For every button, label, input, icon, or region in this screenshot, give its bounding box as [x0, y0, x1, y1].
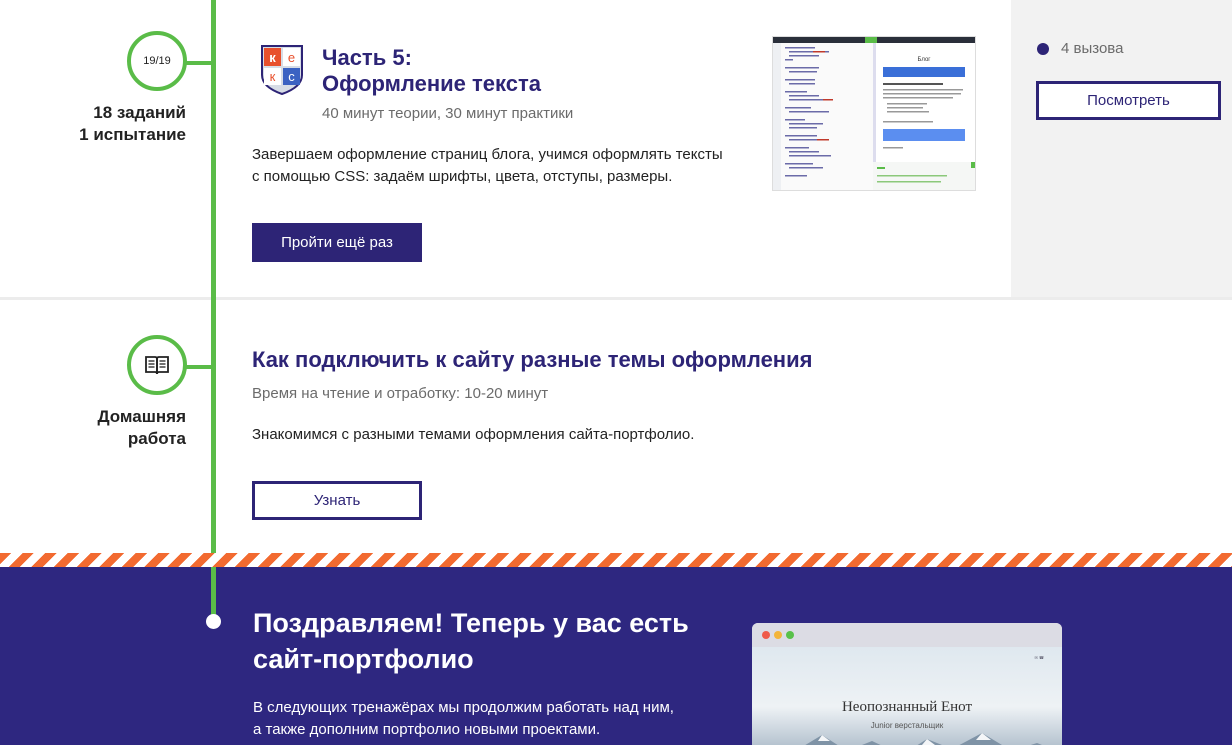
homework-label-line: работа [127, 429, 186, 448]
lesson-title-line: Оформление текста [322, 71, 541, 96]
progress-counter: 19/19 [143, 55, 171, 67]
congrats-title: Поздравляем! Теперь у вас есть сайт-порт… [253, 605, 689, 677]
close-dot-icon [762, 631, 770, 639]
preview-contact-line: ✉ ☎ [1034, 655, 1044, 660]
congrats-description: В следующих тренажёрах мы продолжим рабо… [253, 697, 674, 741]
lesson-stats: 18 заданий 1 испытание [16, 102, 186, 146]
browser-bar [752, 623, 1062, 647]
timeline-end-dot [206, 614, 221, 629]
preview-name: Неопознанный Енот [841, 699, 973, 715]
description-line: с помощью CSS: задаём шрифты, цвета, отс… [252, 168, 673, 185]
tasks-count: 18 заданий [93, 103, 186, 122]
retry-button[interactable]: Пройти ещё раз [252, 223, 422, 262]
maximize-dot-icon [786, 631, 794, 639]
lesson-title-line: Часть 5: [322, 45, 412, 70]
minimize-dot-icon [774, 631, 782, 639]
progress-circle: 19/19 [127, 31, 187, 91]
congrats-description-line: а также дополним портфолио новыми проект… [253, 721, 601, 738]
keks-logo-icon: к е к с [261, 45, 303, 95]
description-line: Завершаем оформление страниц блога, учим… [252, 146, 723, 163]
homework-circle [127, 335, 187, 395]
view-button[interactable]: Посмотреть [1036, 81, 1221, 120]
homework-title[interactable]: Как подключить к сайту разные темы оформ… [252, 347, 812, 373]
logo-letter: с [288, 69, 295, 84]
mountains-icon [772, 733, 1042, 745]
logo-letter: к [270, 69, 276, 84]
timeline-connector [186, 365, 216, 369]
preview-hero: ✉ ☎ Неопознанный Енот Junior верстальщик [752, 647, 1062, 745]
calls-dot-icon [1037, 42, 1049, 55]
portfolio-preview: ✉ ☎ Неопознанный Енот Junior верстальщик [752, 623, 1062, 745]
section-divider [0, 297, 1232, 300]
logo-letter: е [288, 50, 295, 65]
calls-indicator: 4 вызова [1037, 40, 1123, 57]
lesson-duration: 40 минут теории, 30 минут практики [322, 105, 574, 122]
lesson-description: Завершаем оформление страниц блога, учим… [252, 144, 723, 188]
timeline-line [211, 0, 216, 620]
lesson-preview-thumbnail[interactable]: Блог [772, 36, 976, 191]
calls-label: 4 вызова [1061, 40, 1124, 57]
congrats-title-line: сайт-портфолио [253, 644, 474, 674]
congrats-section: Поздравляем! Теперь у вас есть сайт-порт… [0, 567, 1232, 745]
learn-button[interactable]: Узнать [252, 481, 422, 520]
homework-description: Знакомимся с разными темами оформления с… [252, 426, 695, 443]
book-icon [145, 356, 169, 375]
congrats-description-line: В следующих тренажёрах мы продолжим рабо… [253, 699, 674, 716]
section-stripe [0, 553, 1232, 567]
homework-duration: Время на чтение и отработку: 10-20 минут [252, 385, 549, 402]
homework-label: Домашняя работа [16, 406, 186, 450]
lesson-title[interactable]: Часть 5: Оформление текста [322, 45, 541, 97]
preview-title: Блог [918, 57, 932, 63]
logo-letter: к [269, 50, 276, 65]
timeline-connector [186, 61, 216, 65]
timeline-line [211, 567, 216, 617]
homework-label-line: Домашняя [97, 407, 186, 426]
challenge-count: 1 испытание [79, 125, 186, 144]
congrats-title-line: Поздравляем! Теперь у вас есть [253, 608, 689, 638]
